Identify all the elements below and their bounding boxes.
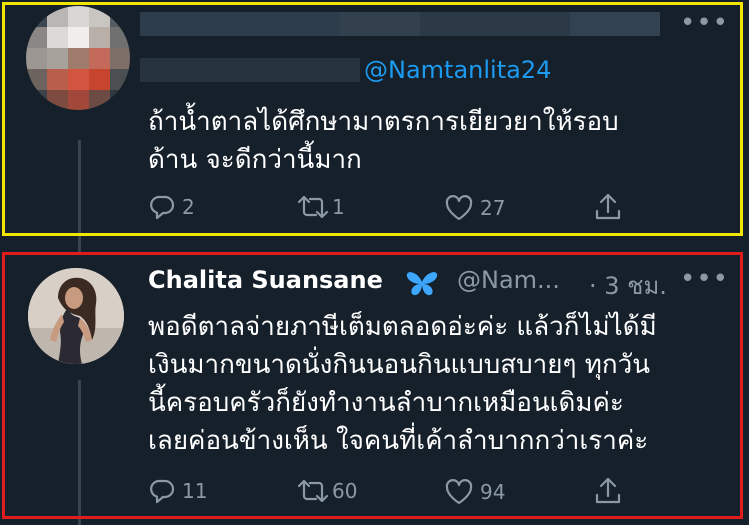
highlight-frame-top xyxy=(2,2,743,236)
highlight-frame-bottom xyxy=(2,252,743,519)
